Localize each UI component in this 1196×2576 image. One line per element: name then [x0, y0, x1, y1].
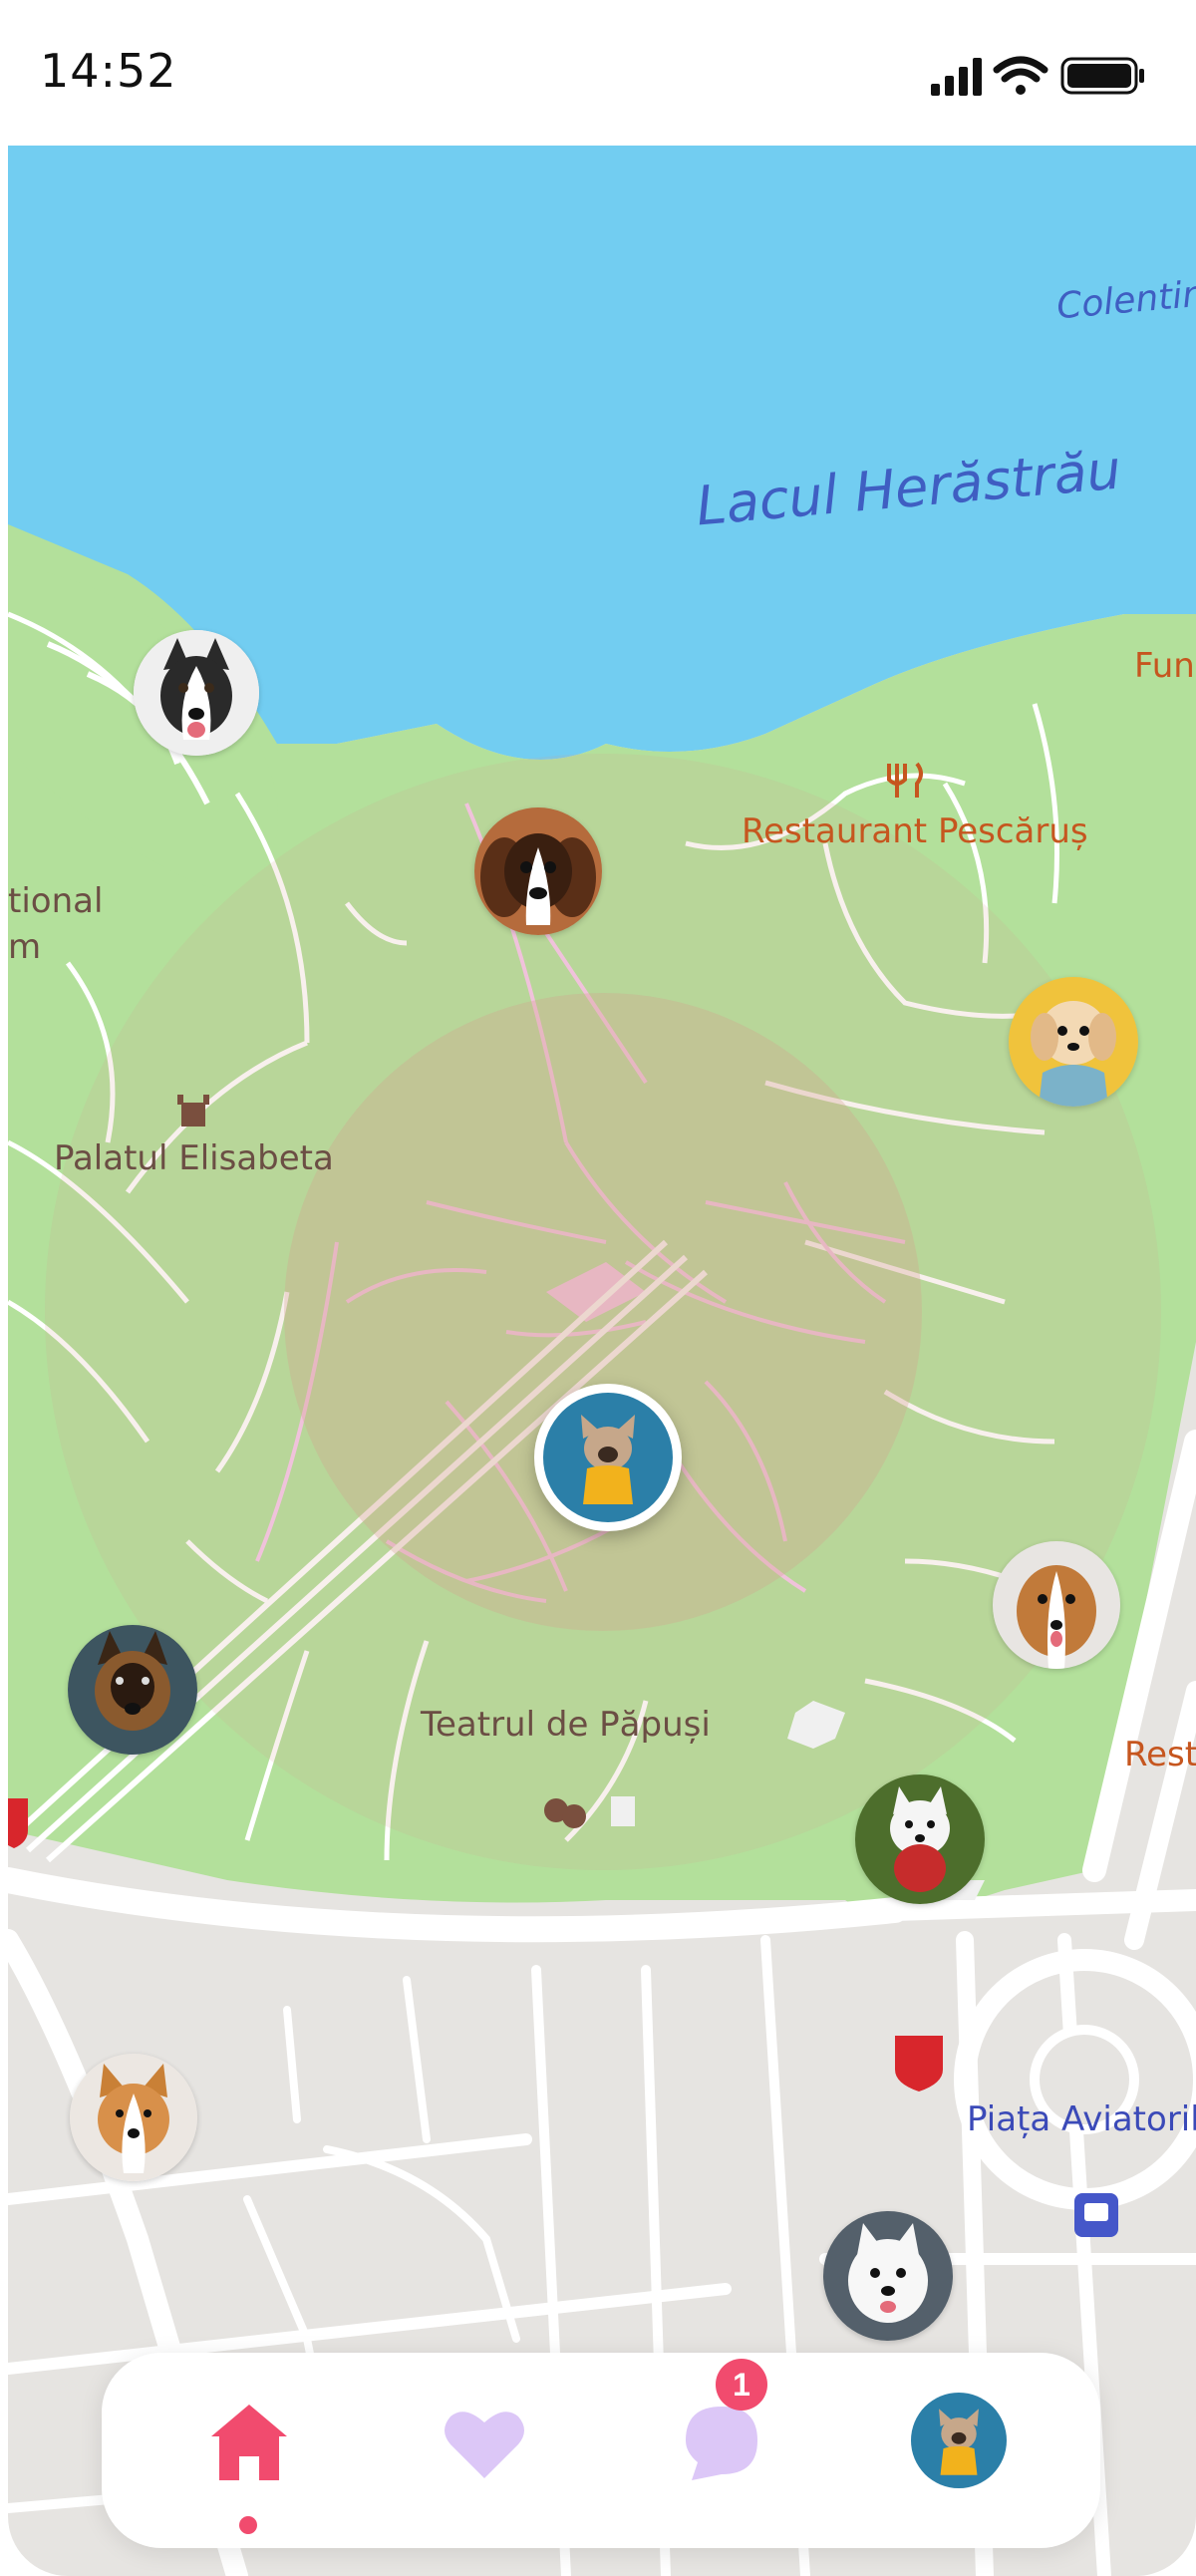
- rest-label: Rest: [1124, 1735, 1196, 1774]
- dog-pin-cavalier[interactable]: [474, 807, 602, 935]
- dog-pin-collie[interactable]: [993, 1541, 1120, 1669]
- messages-badge: 1: [716, 2359, 767, 2411]
- map[interactable]: Lacul Herăstrău Colentina Fun Restaurant…: [8, 146, 1196, 2576]
- samoyed-dog-avatar: [823, 2211, 953, 2341]
- national-label-1: tional: [8, 881, 104, 921]
- search-radius-inner: [284, 993, 922, 1631]
- current-user-pin[interactable]: [534, 1384, 682, 1531]
- shepherd-dog-avatar: [68, 1625, 197, 1755]
- heart-icon: [445, 2412, 524, 2478]
- signal-icon: [931, 58, 982, 96]
- poodle-dog-avatar: [1009, 977, 1138, 1107]
- nav-messages[interactable]: [672, 2393, 771, 2492]
- husky-dog-avatar: [134, 630, 259, 756]
- dog-pin-corgi[interactable]: [70, 2054, 197, 2181]
- terrier-dog-avatar: [855, 1774, 985, 1904]
- status-icons: [931, 54, 1150, 100]
- dog-pin-poodle[interactable]: [1009, 977, 1138, 1107]
- nav-favorites[interactable]: [435, 2393, 534, 2492]
- chat-icon: [686, 2407, 757, 2480]
- nav-profile[interactable]: [911, 2393, 1007, 2488]
- restaurant-label: Restaurant Pescăruș: [742, 811, 1088, 851]
- station-icon: [1074, 2193, 1118, 2237]
- theatre-label: Teatrul de Păpuși: [421, 1705, 711, 1745]
- bottom-nav: 1: [102, 2353, 1100, 2548]
- corgi-dog-avatar: [70, 2054, 197, 2181]
- spaniel-dog-avatar: [474, 807, 602, 935]
- active-indicator-dot: [239, 2516, 257, 2534]
- piata-label: Piața Aviatorilor: [967, 2099, 1196, 2139]
- collie-dog-avatar: [993, 1541, 1120, 1669]
- dog-pin-samoyed[interactable]: [823, 2211, 953, 2341]
- dog-pin-husky[interactable]: [134, 630, 259, 756]
- profile-avatar: [911, 2393, 1007, 2488]
- palace-label: Palatul Elisabeta: [54, 1138, 334, 1178]
- map-canvas[interactable]: [8, 146, 1196, 2576]
- dog-pin-german-shepherd[interactable]: [68, 1625, 197, 1755]
- fun-label: Fun: [1134, 646, 1195, 686]
- battery-icon: [1060, 57, 1144, 95]
- status-bar: 14:52: [0, 0, 1196, 146]
- nav-home[interactable]: [199, 2393, 299, 2492]
- wifi-icon: [993, 56, 1048, 95]
- national-label-2: m: [8, 927, 42, 967]
- status-time: 14:52: [40, 44, 177, 98]
- frenchie-dog-avatar: [543, 1393, 673, 1522]
- home-icon: [211, 2405, 287, 2480]
- dog-pin-westie[interactable]: [855, 1774, 985, 1904]
